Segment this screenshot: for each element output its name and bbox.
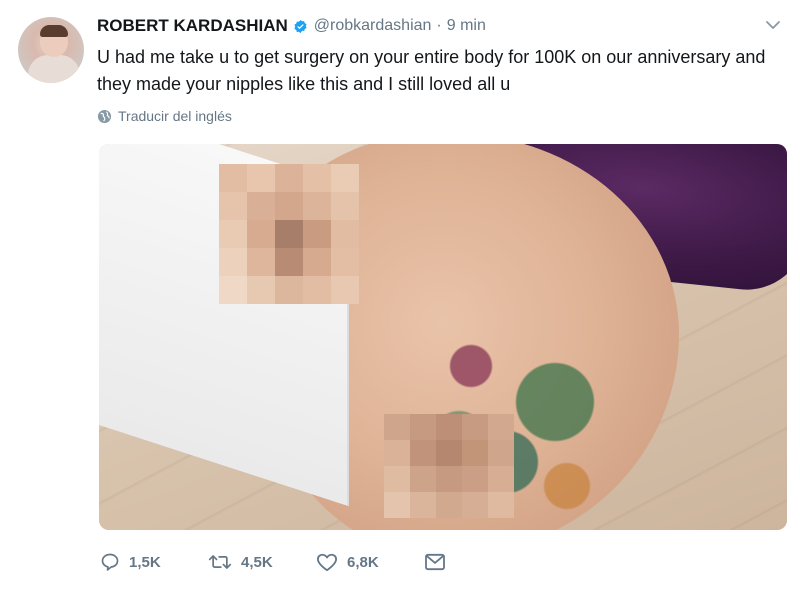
retweet-count: 4,5K	[241, 553, 273, 571]
avatar[interactable]	[18, 17, 84, 83]
direct-message-button[interactable]	[424, 553, 455, 571]
author-name[interactable]: ROBERT KARDASHIAN	[97, 16, 288, 36]
tweet-actions: 1,5K 4,5K 6,8K	[100, 550, 455, 574]
translate-link[interactable]: Traducir del inglés	[97, 106, 232, 126]
retweet-icon	[208, 555, 232, 569]
reply-count: 1,5K	[129, 553, 161, 571]
pixelated-censor-bottom	[384, 414, 514, 518]
avatar-hair	[40, 25, 68, 37]
verified-badge-icon	[294, 19, 307, 33]
tweet-image[interactable]	[99, 144, 787, 530]
reply-icon	[101, 553, 119, 571]
avatar-figure	[28, 55, 80, 83]
chevron-down-icon[interactable]	[764, 18, 782, 32]
reply-button[interactable]: 1,5K	[100, 552, 208, 572]
tweet-text: U had me take u to get surgery on your e…	[97, 47, 766, 94]
pixelated-censor-top	[219, 164, 359, 304]
tweet-header: ROBERT KARDASHIAN @robkardashian · 9 min	[97, 15, 486, 37]
timestamp[interactable]: 9 min	[447, 17, 486, 35]
tweet-card[interactable]: ROBERT KARDASHIAN @robkardashian · 9 min…	[0, 0, 800, 590]
translate-label: Traducir del inglés	[118, 108, 232, 124]
retweet-button[interactable]: 4,5K	[208, 552, 316, 572]
author-handle[interactable]: @robkardashian	[314, 17, 432, 35]
separator-dot: ·	[436, 17, 442, 34]
envelope-icon	[425, 553, 445, 571]
heart-icon	[316, 553, 337, 572]
like-button[interactable]: 6,8K	[316, 552, 424, 572]
globe-icon	[97, 109, 112, 123]
like-count: 6,8K	[347, 553, 379, 571]
